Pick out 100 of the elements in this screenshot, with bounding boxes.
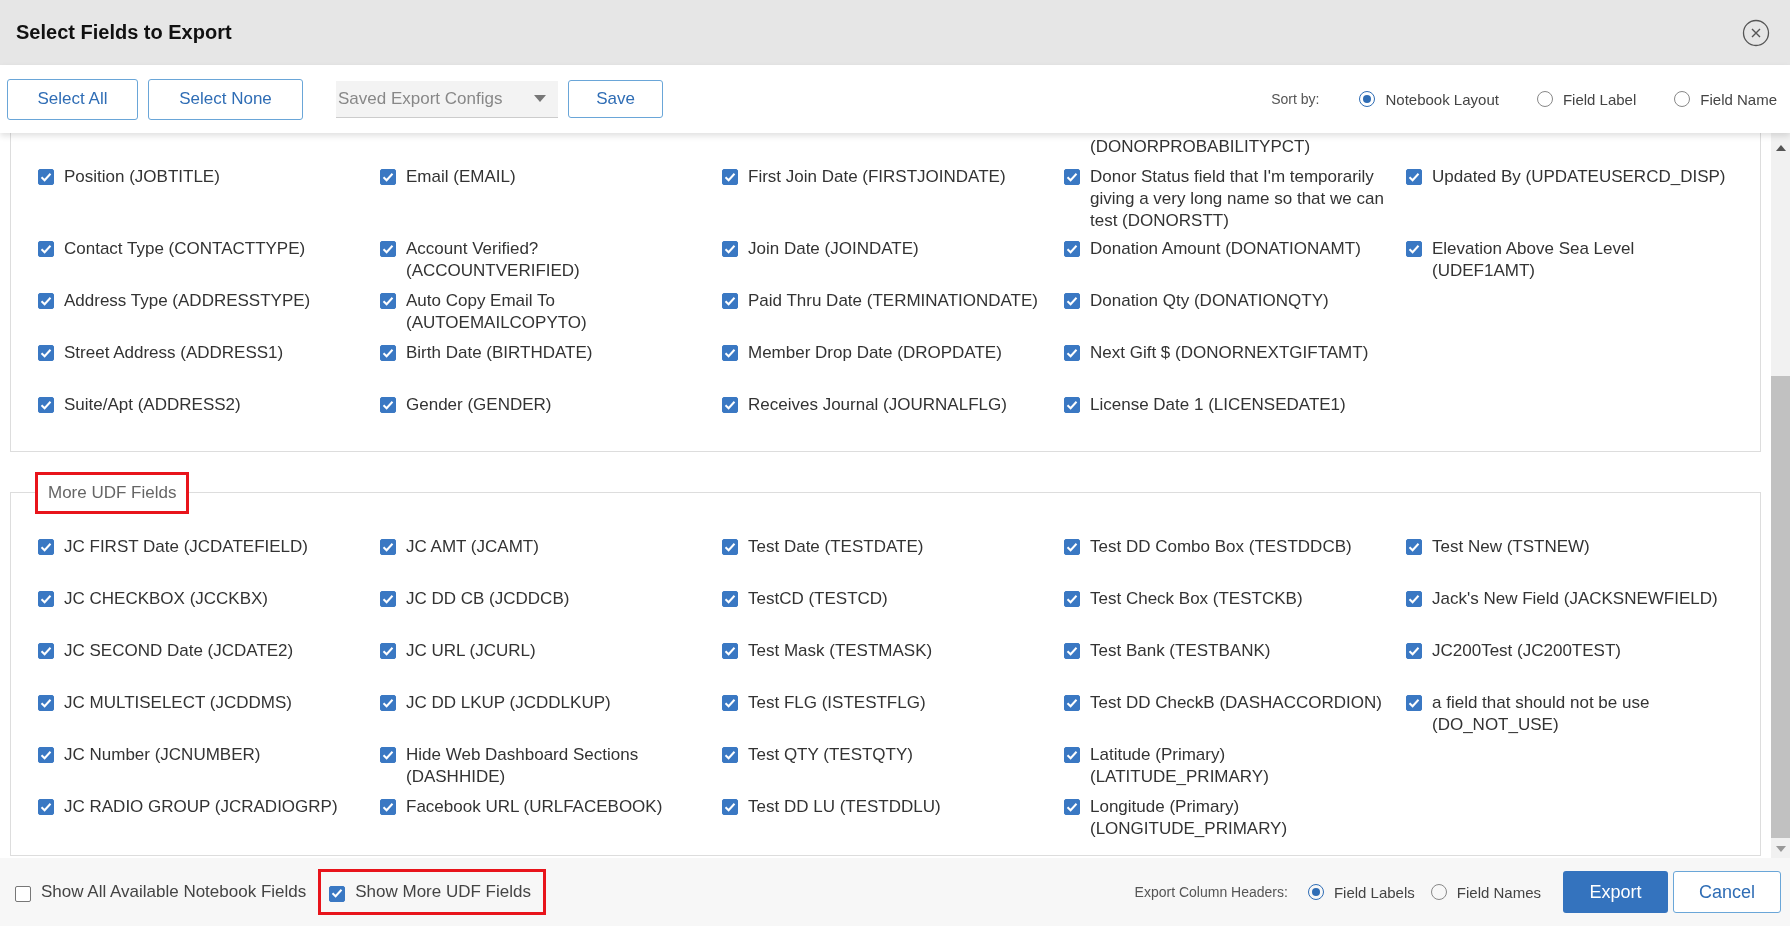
field-label: JC AMT (JCAMT) <box>406 536 540 558</box>
checkbox[interactable] <box>380 293 396 309</box>
checkbox[interactable] <box>15 885 31 902</box>
section-legend: More UDF Fields <box>35 472 190 514</box>
checkbox[interactable] <box>380 799 396 815</box>
field-label: JC MULTISELECT (JCDDMS) <box>64 692 293 714</box>
checkbox[interactable] <box>722 169 738 185</box>
checkbox[interactable] <box>38 293 54 309</box>
radio-label: Notebook Layout <box>1385 90 1499 108</box>
field-label: Suite/Apt (ADDRESS2) <box>64 394 242 416</box>
checkbox[interactable] <box>1064 643 1080 659</box>
radio-label: Field Names <box>1456 883 1541 901</box>
field-label: Latitude (Primary) (LATITUDE_PRIMARY) <box>1090 744 1270 788</box>
checkbox[interactable] <box>380 539 396 555</box>
field-label: JC CHECKBOX (JCCKBX) <box>64 588 270 610</box>
checkbox[interactable] <box>1406 241 1422 257</box>
checkbox[interactable] <box>722 241 738 257</box>
field-label: Jack's New Field (JACKSNEWFIELD) <box>1432 588 1719 610</box>
field-label: Email (EMAIL) <box>406 166 517 188</box>
checkbox[interactable] <box>722 799 738 815</box>
checkbox[interactable] <box>1064 747 1080 763</box>
cancel-button[interactable]: Cancel <box>1673 871 1781 913</box>
checkbox[interactable] <box>1064 539 1080 555</box>
radio-label: Field Name <box>1700 90 1777 108</box>
checkbox[interactable] <box>38 241 54 257</box>
checkbox[interactable] <box>1064 695 1080 711</box>
checkbox[interactable] <box>380 397 396 413</box>
checkbox[interactable] <box>1064 293 1080 309</box>
checkbox[interactable] <box>722 643 738 659</box>
checkbox[interactable] <box>380 591 396 607</box>
checkbox[interactable] <box>1064 241 1080 257</box>
checkbox[interactable] <box>1064 397 1080 413</box>
checkbox[interactable] <box>722 397 738 413</box>
field-label: JC DD CB (JCDDCB) <box>406 588 571 610</box>
scrollbar[interactable] <box>1771 133 1790 858</box>
checkbox[interactable] <box>38 643 54 659</box>
field-label: Receives Journal (JOURNALFLG) <box>748 394 1008 416</box>
field-label: Donation Amount (DONATIONAMT) <box>1090 238 1362 260</box>
field-label: JC FIRST Date (JCDATEFIELD) <box>64 536 309 558</box>
field-label: License Date 1 (LICENSEDATE1) <box>1090 394 1347 416</box>
field-label: Updated By (UPDATEUSERCD_DISP) <box>1432 166 1727 188</box>
checkbox[interactable] <box>380 643 396 659</box>
checkbox[interactable] <box>38 591 54 607</box>
checkbox[interactable] <box>380 241 396 257</box>
scroll-down-icon[interactable] <box>1775 846 1786 852</box>
field-label: Test Bank (TESTBANK) <box>1090 640 1272 662</box>
field-label: JC DD LKUP (JCDDLKUP) <box>406 692 612 714</box>
field-label: Birth Date (BIRTHDATE) <box>406 342 594 364</box>
field-label: Member Drop Date (DROPDATE) <box>748 342 1003 364</box>
field-label: Donor Status field that I'm temporarily giving a very long name so that we can test (DONORSTT) <box>1090 166 1385 232</box>
checkbox[interactable] <box>38 695 54 711</box>
checkbox[interactable] <box>1406 591 1422 607</box>
checkbox[interactable] <box>380 695 396 711</box>
field-label: (DONORPROBABILITYPCT) <box>1089 136 1312 158</box>
checkbox[interactable] <box>1064 169 1080 185</box>
checkbox[interactable] <box>1064 591 1080 607</box>
close-icon[interactable] <box>1742 18 1770 47</box>
checkbox[interactable] <box>722 293 738 309</box>
dialog-title: Select Fields to Export <box>16 21 233 44</box>
checkbox[interactable] <box>329 885 346 902</box>
checkbox[interactable] <box>38 539 54 555</box>
checkbox[interactable] <box>1406 169 1422 185</box>
field-label: Hide Web Dashboard Sections (DASHHIDE) <box>406 744 640 788</box>
checkbox[interactable] <box>1064 799 1080 815</box>
checkbox[interactable] <box>1406 643 1422 659</box>
checkbox[interactable] <box>722 539 738 555</box>
field-label: Account Verified? (ACCOUNTVERIFIED) <box>406 238 581 282</box>
checkbox[interactable] <box>722 591 738 607</box>
field-label: Test Mask (TESTMASK) <box>748 640 934 662</box>
field-label: Auto Copy Email To (AUTOEMAILCOPYTO) <box>406 290 588 334</box>
config-dropdown[interactable]: Saved Export Configs <box>336 80 558 118</box>
checkbox[interactable] <box>1406 695 1422 711</box>
export-button[interactable]: Export <box>1563 871 1668 913</box>
select-button[interactable]: Select All <box>7 78 138 120</box>
field-label: Join Date (JOINDATE) <box>748 238 920 260</box>
scroll-up-icon[interactable] <box>1775 145 1786 151</box>
select-button[interactable]: Select None <box>148 78 303 120</box>
field-label: Street Address (ADDRESS1) <box>64 342 285 364</box>
sort-label: Sort by: <box>1271 91 1320 107</box>
field-label: TestCD (TESTCD) <box>748 588 889 610</box>
checkbox[interactable] <box>380 169 396 185</box>
field-label: Next Gift $ (DONORNEXTGIFTAMT) <box>1090 342 1370 364</box>
checkbox[interactable] <box>38 747 54 763</box>
checkbox[interactable] <box>380 747 396 763</box>
field-label: Test Date (TESTDATE) <box>748 536 925 558</box>
save-button[interactable]: Save <box>568 80 663 118</box>
checkbox[interactable] <box>1064 345 1080 361</box>
checkbox[interactable] <box>38 345 54 361</box>
headers-label: Export Column Headers: <box>1134 884 1288 900</box>
field-label: a field that should not be use (DO_NOT_USE) <box>1432 692 1651 736</box>
checkbox[interactable] <box>38 169 54 185</box>
checkbox[interactable] <box>380 345 396 361</box>
checkbox[interactable] <box>722 695 738 711</box>
checkbox[interactable] <box>38 799 54 815</box>
field-label: Longitude (Primary) (LONGITUDE_PRIMARY) <box>1090 796 1289 840</box>
checkbox[interactable] <box>722 747 738 763</box>
checkbox[interactable] <box>1406 539 1422 555</box>
scrollbar-thumb[interactable] <box>1771 376 1790 838</box>
checkbox[interactable] <box>722 345 738 361</box>
checkbox[interactable] <box>38 397 54 413</box>
